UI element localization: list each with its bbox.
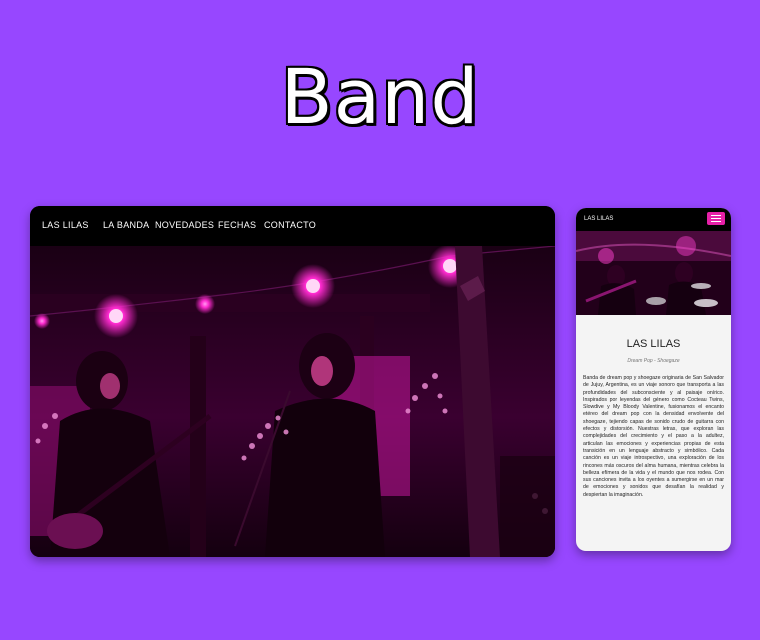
desktop-brand-link[interactable]: LAS LILAS <box>42 220 89 230</box>
mobile-brand-link[interactable]: LAS LILAS <box>584 216 613 222</box>
hero-band-photo <box>30 246 555 557</box>
section-subtitle: Dream Pop - Shoegaze <box>627 358 680 364</box>
nav-link-la-banda[interactable]: LA BANDA <box>103 220 149 230</box>
section-title: LAS LILAS <box>626 338 681 350</box>
nav-link-novedades[interactable]: NOVEDADES <box>155 220 214 230</box>
nav-link-contacto[interactable]: CONTACTO <box>264 220 316 230</box>
mobile-navbar: LAS LILAS <box>576 208 731 231</box>
band-description: Banda de dream pop y shoegaze originaria… <box>583 375 724 498</box>
page-headline: Band <box>280 52 480 141</box>
nav-link-fechas[interactable]: FECHAS <box>218 220 256 230</box>
mobile-mockup: LAS LILAS LAS LILAS Dream Pop - Shoegaze… <box>576 208 731 551</box>
desktop-mockup: LAS LILAS LA BANDA NOVEDADES FECHAS CONT… <box>30 206 555 557</box>
mobile-hero-band-photo <box>576 231 731 315</box>
desktop-navbar: LAS LILAS LA BANDA NOVEDADES FECHAS CONT… <box>30 206 555 246</box>
hamburger-icon[interactable] <box>707 212 725 225</box>
